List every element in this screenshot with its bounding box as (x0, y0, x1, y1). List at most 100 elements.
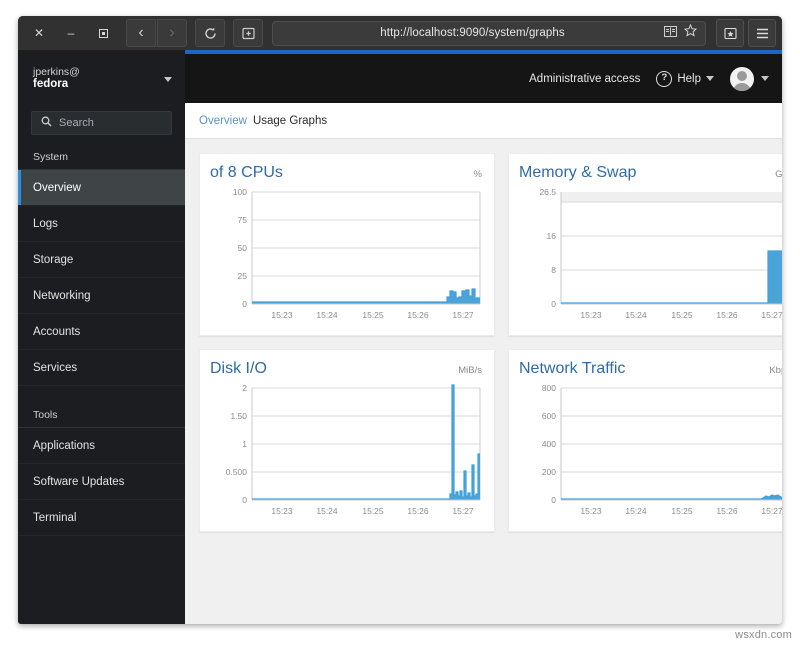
svg-text:2: 2 (242, 383, 247, 393)
forward-button[interactable]: › (157, 19, 187, 47)
svg-text:8: 8 (551, 265, 556, 275)
reader-view-icon[interactable] (664, 24, 677, 42)
svg-text:15:26: 15:26 (407, 310, 429, 320)
sidebar-item-software-updates[interactable]: Software Updates (18, 464, 185, 500)
svg-text:15:23: 15:23 (271, 506, 293, 516)
chart-disk-io: 2 1.50 1 0.500 0 15:23 15:24 15:25 15:26… (210, 382, 482, 530)
cockpit-sidebar: jperkins@ fedora Search System Overview … (18, 54, 185, 624)
svg-text:15:23: 15:23 (580, 506, 602, 516)
svg-text:800: 800 (542, 383, 556, 393)
svg-text:15:24: 15:24 (316, 310, 338, 320)
svg-text:26.5: 26.5 (539, 187, 556, 197)
page-content: Administrative access ? Help Overview Us… (185, 54, 782, 624)
svg-text:1.50: 1.50 (230, 411, 247, 421)
svg-text:15:27: 15:27 (452, 310, 474, 320)
chart-memory: 26.5 16 8 0 15:23 15:24 15:25 15:26 15:2… (519, 186, 782, 334)
svg-text:15:26: 15:26 (716, 506, 738, 516)
account-labels: jperkins@ fedora (33, 66, 80, 91)
sidebar-item-services[interactable]: Services (18, 350, 185, 386)
hamburger-menu-icon[interactable] (748, 19, 776, 47)
sidebar-item-networking[interactable]: Networking (18, 278, 185, 314)
window-controls: ✕ – (24, 20, 118, 46)
page-viewport: jperkins@ fedora Search System Overview … (18, 54, 782, 624)
sidebar-item-logs[interactable]: Logs (18, 206, 185, 242)
back-button[interactable]: ‹ (126, 19, 156, 47)
svg-text:400: 400 (542, 439, 556, 449)
svg-text:0: 0 (242, 495, 247, 505)
toolbar-right (716, 19, 776, 47)
search-input[interactable]: Search (31, 111, 172, 135)
search-icon (41, 114, 52, 132)
account-switcher[interactable]: jperkins@ fedora (18, 54, 185, 104)
user-menu[interactable] (730, 66, 769, 91)
card-header: Disk I/O MiB/s (210, 360, 482, 378)
chart-disk-svg: 2 1.50 1 0.500 0 15:23 15:24 15:25 15:26… (226, 383, 481, 516)
navigation-buttons: ‹ › (126, 19, 263, 47)
svg-text:15:27: 15:27 (452, 506, 474, 516)
svg-text:200: 200 (542, 467, 556, 477)
card-header: Memory & Swap GiB (519, 164, 782, 182)
chevron-down-icon[interactable] (164, 76, 172, 82)
sidebar-item-accounts[interactable]: Accounts (18, 314, 185, 350)
svg-text:15:26: 15:26 (716, 310, 738, 320)
cockpit-topbar: Administrative access ? Help (185, 54, 782, 103)
star-icon[interactable] (683, 23, 698, 42)
sidebar-group-system: System (18, 145, 185, 170)
help-menu[interactable]: ? Help (656, 70, 714, 87)
svg-text:16: 16 (547, 231, 557, 241)
svg-text:600: 600 (542, 411, 556, 421)
breadcrumb-current: Usage Graphs (252, 114, 328, 127)
account-user: jperkins@ (33, 66, 80, 79)
card-memory: Memory & Swap GiB (508, 153, 782, 336)
breadcrumb-link-overview[interactable]: Overview (199, 115, 247, 127)
save-to-pocket-icon[interactable] (716, 19, 744, 47)
browser-window: ✕ – ‹ › http://localhost:9090/system/gra… (18, 16, 782, 624)
card-unit: % (473, 169, 482, 180)
help-label: Help (677, 72, 701, 85)
svg-text:0.500: 0.500 (226, 467, 248, 477)
minimize-icon[interactable]: – (56, 20, 86, 46)
card-unit: Kbps (769, 365, 782, 376)
watermark: wsxdn.com (735, 629, 792, 641)
xtick-labels: 15:23 15:24 15:25 15:26 15:27 (271, 310, 474, 320)
card-header: of 8 CPUs % (210, 164, 482, 182)
svg-text:15:26: 15:26 (407, 506, 429, 516)
sidebar-item-label: Overview (33, 181, 81, 194)
maximize-icon[interactable] (88, 20, 118, 46)
chevron-down-icon (706, 76, 714, 81)
svg-text:15:24: 15:24 (625, 310, 647, 320)
svg-text:15:23: 15:23 (580, 310, 602, 320)
administrative-access-button[interactable]: Administrative access (529, 73, 640, 85)
svg-text:15:25: 15:25 (362, 506, 384, 516)
close-icon[interactable]: ✕ (24, 20, 54, 46)
ytick-labels: 2 1.50 1 0.500 0 (226, 383, 248, 505)
card-title: Network Traffic (519, 360, 626, 377)
chart-network-svg: 800 600 400 200 0 15:23 15:24 15:25 15:2… (542, 383, 782, 516)
sidebar-item-label: Applications (33, 439, 96, 452)
question-circle-icon: ? (656, 70, 673, 87)
url-text[interactable]: http://localhost:9090/system/graphs (281, 27, 664, 39)
svg-text:0: 0 (551, 299, 556, 309)
url-bar-icons (664, 23, 698, 42)
sidebar-item-applications[interactable]: Applications (18, 428, 185, 464)
card-disk-io: Disk I/O MiB/s 2 1.50 1 0.500 0 15:23 15… (199, 349, 495, 532)
xtick-labels: 15:23 15:24 15:25 15:26 15:27 (580, 506, 782, 516)
sidebar-item-label: Services (33, 361, 78, 374)
xtick-labels: 15:23 15:24 15:25 15:26 15:27 (271, 506, 474, 516)
svg-text:1: 1 (242, 439, 247, 449)
svg-text:15:25: 15:25 (362, 310, 384, 320)
chevron-down-icon (761, 76, 769, 81)
sidebar-item-terminal[interactable]: Terminal (18, 500, 185, 536)
svg-text:15:23: 15:23 (271, 310, 293, 320)
url-bar[interactable]: http://localhost:9090/system/graphs (272, 20, 706, 46)
sidebar-item-label: Logs (33, 217, 58, 230)
reload-button[interactable] (195, 19, 225, 47)
svg-text:15:25: 15:25 (671, 506, 693, 516)
home-button[interactable] (233, 19, 263, 47)
sidebar-item-label: Accounts (33, 325, 81, 338)
sidebar-item-overview[interactable]: Overview (18, 170, 185, 206)
sidebar-item-storage[interactable]: Storage (18, 242, 185, 278)
svg-text:100: 100 (233, 187, 247, 197)
svg-text:15:25: 15:25 (671, 310, 693, 320)
svg-text:50: 50 (238, 243, 248, 253)
